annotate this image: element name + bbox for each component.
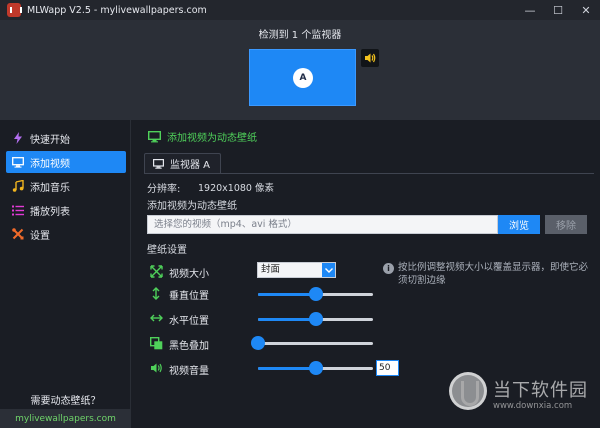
black-overlay-slider[interactable] bbox=[251, 336, 373, 350]
tab-label: 监视器 A bbox=[170, 160, 211, 171]
watermark-title: 当下软件园 bbox=[493, 380, 588, 401]
sidebar-item-label: 播放列表 bbox=[30, 206, 70, 218]
slider-thumb[interactable] bbox=[251, 336, 265, 350]
speaker-icon bbox=[365, 53, 376, 63]
window-controls: — ☐ ✕ bbox=[516, 0, 600, 20]
sidebar-item-playlist[interactable]: 播放列表 bbox=[6, 199, 126, 221]
monitor-icon bbox=[148, 130, 161, 142]
sidebar-item-add-video[interactable]: 添加视频 bbox=[6, 151, 126, 173]
detected-monitors-label: 检测到 1 个监视器 bbox=[258, 30, 342, 41]
tab-divider bbox=[144, 173, 594, 174]
close-button[interactable]: ✕ bbox=[572, 0, 600, 20]
monitor-a-tile[interactable]: A bbox=[249, 49, 356, 106]
tab-monitor-a[interactable]: 监视器 A bbox=[144, 153, 222, 173]
watermark-url: www.downxia.com bbox=[493, 401, 573, 411]
vertical-position-slider[interactable] bbox=[258, 287, 373, 301]
app-logo-icon bbox=[7, 3, 22, 17]
resolution-value: 1920x1080 像素 bbox=[198, 183, 274, 194]
horizontal-position-label: 水平位置 bbox=[169, 316, 209, 327]
info-icon: i bbox=[383, 263, 394, 274]
watermark-logo-icon bbox=[449, 372, 487, 410]
browse-button[interactable]: 浏览 bbox=[498, 215, 540, 234]
vertical-arrows-icon bbox=[149, 286, 163, 300]
title-bar: MLWapp V2.5 - mylivewallpapers.com — ☐ ✕ bbox=[0, 0, 600, 20]
website-link[interactable]: mylivewallpapers.com bbox=[0, 409, 131, 428]
monitor-letter-badge: A bbox=[293, 68, 313, 88]
section-title: 添加视频为动态壁纸 bbox=[167, 133, 257, 144]
slider-fill bbox=[258, 293, 316, 296]
sidebar-item-label: 添加视频 bbox=[30, 158, 70, 170]
horizontal-arrows-icon bbox=[149, 311, 163, 325]
speaker-button[interactable] bbox=[361, 49, 379, 67]
video-file-input[interactable]: 选择您的视频（mp4、avi 格式） bbox=[147, 215, 498, 234]
monitor-icon bbox=[153, 158, 164, 169]
video-size-info: 按比例调整视频大小以覆盖显示器，即使它必须切割边缘 bbox=[398, 262, 589, 286]
sidebar-item-quick-start[interactable]: 快速开始 bbox=[6, 127, 126, 149]
resize-icon bbox=[149, 264, 163, 278]
minimize-button[interactable]: — bbox=[516, 0, 544, 20]
sidebar-item-label: 快速开始 bbox=[30, 134, 70, 146]
resolution-label: 分辨率: bbox=[147, 184, 181, 195]
video-size-value: 封面 bbox=[261, 264, 281, 275]
need-wallpaper-label: 需要动态壁纸？ bbox=[30, 396, 101, 407]
remove-button[interactable]: 移除 bbox=[545, 215, 587, 234]
video-volume-label: 视频音量 bbox=[169, 366, 209, 377]
horizontal-position-slider[interactable] bbox=[258, 312, 373, 326]
sidebar-item-label: 添加音乐 bbox=[30, 182, 70, 194]
layers-icon bbox=[149, 336, 163, 350]
monitor-panel: 检测到 1 个监视器 A bbox=[0, 20, 600, 120]
volume-value-input[interactable]: 50 bbox=[376, 360, 399, 376]
sidebar: 快速开始 添加视频 添加音乐 播放列表 设置 需要动态壁纸？ mylivewal… bbox=[0, 120, 131, 428]
lightning-icon bbox=[12, 132, 24, 144]
add-video-label: 添加视频为动态壁纸 bbox=[147, 201, 237, 212]
slider-fill bbox=[258, 367, 316, 370]
sidebar-item-settings[interactable]: 设置 bbox=[6, 223, 126, 245]
watermark: 当下软件园 www.downxia.com bbox=[437, 362, 600, 428]
sidebar-item-add-music[interactable]: 添加音乐 bbox=[6, 175, 126, 197]
slider-fill bbox=[258, 318, 316, 321]
chevron-down-icon bbox=[322, 263, 335, 277]
maximize-button[interactable]: ☐ bbox=[544, 0, 572, 20]
slider-thumb[interactable] bbox=[308, 361, 323, 375]
tools-icon bbox=[12, 228, 24, 240]
speaker-icon bbox=[149, 361, 163, 375]
monitor-icon bbox=[12, 156, 24, 168]
sidebar-item-label: 设置 bbox=[30, 230, 50, 242]
video-size-label: 视频大小 bbox=[169, 269, 209, 280]
section-header: 添加视频为动态壁纸 bbox=[148, 129, 257, 144]
list-icon bbox=[12, 204, 24, 216]
black-overlay-label: 黑色叠加 bbox=[169, 341, 209, 352]
video-size-select[interactable]: 封面 bbox=[257, 262, 336, 278]
music-icon bbox=[12, 180, 24, 192]
vertical-position-label: 垂直位置 bbox=[169, 291, 209, 302]
window-title: MLWapp V2.5 - mylivewallpapers.com bbox=[27, 4, 207, 16]
slider-thumb[interactable] bbox=[308, 312, 323, 326]
slider-thumb[interactable] bbox=[308, 287, 323, 301]
video-volume-slider[interactable] bbox=[258, 361, 373, 375]
wallpaper-settings-title: 壁纸设置 bbox=[147, 245, 187, 256]
